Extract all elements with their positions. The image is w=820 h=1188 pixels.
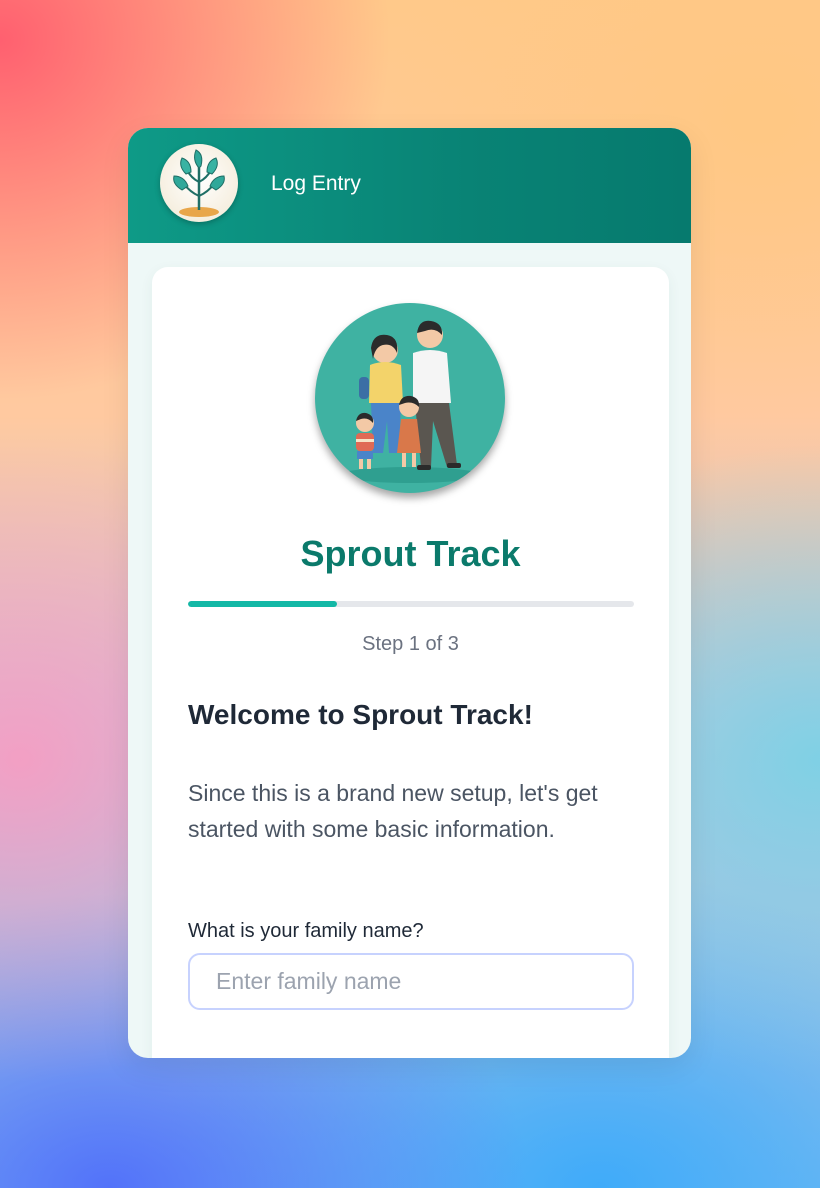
header-title: Log Entry [271, 172, 361, 195]
app-header: Log Entry [128, 128, 691, 243]
setup-progress-bar [188, 601, 634, 607]
setup-card: Log Entry Sprout Track Step 1 of 3 Welco… [128, 128, 691, 1058]
step-indicator: Step 1 of 3 [362, 633, 459, 655]
sprout-logo-icon [160, 144, 238, 222]
app-title: Sprout Track [300, 533, 521, 574]
welcome-heading: Welcome to Sprout Track! [188, 699, 533, 730]
family-name-label: What is your family name? [188, 920, 424, 942]
setup-description: Since this is a brand new setup, let's g… [188, 780, 598, 842]
setup-progress-fill [188, 601, 337, 607]
family-illustration-icon [315, 303, 505, 493]
family-name-input[interactable] [188, 953, 634, 1010]
setup-panel: Sprout Track Step 1 of 3 Welcome to Spro… [152, 267, 669, 1058]
